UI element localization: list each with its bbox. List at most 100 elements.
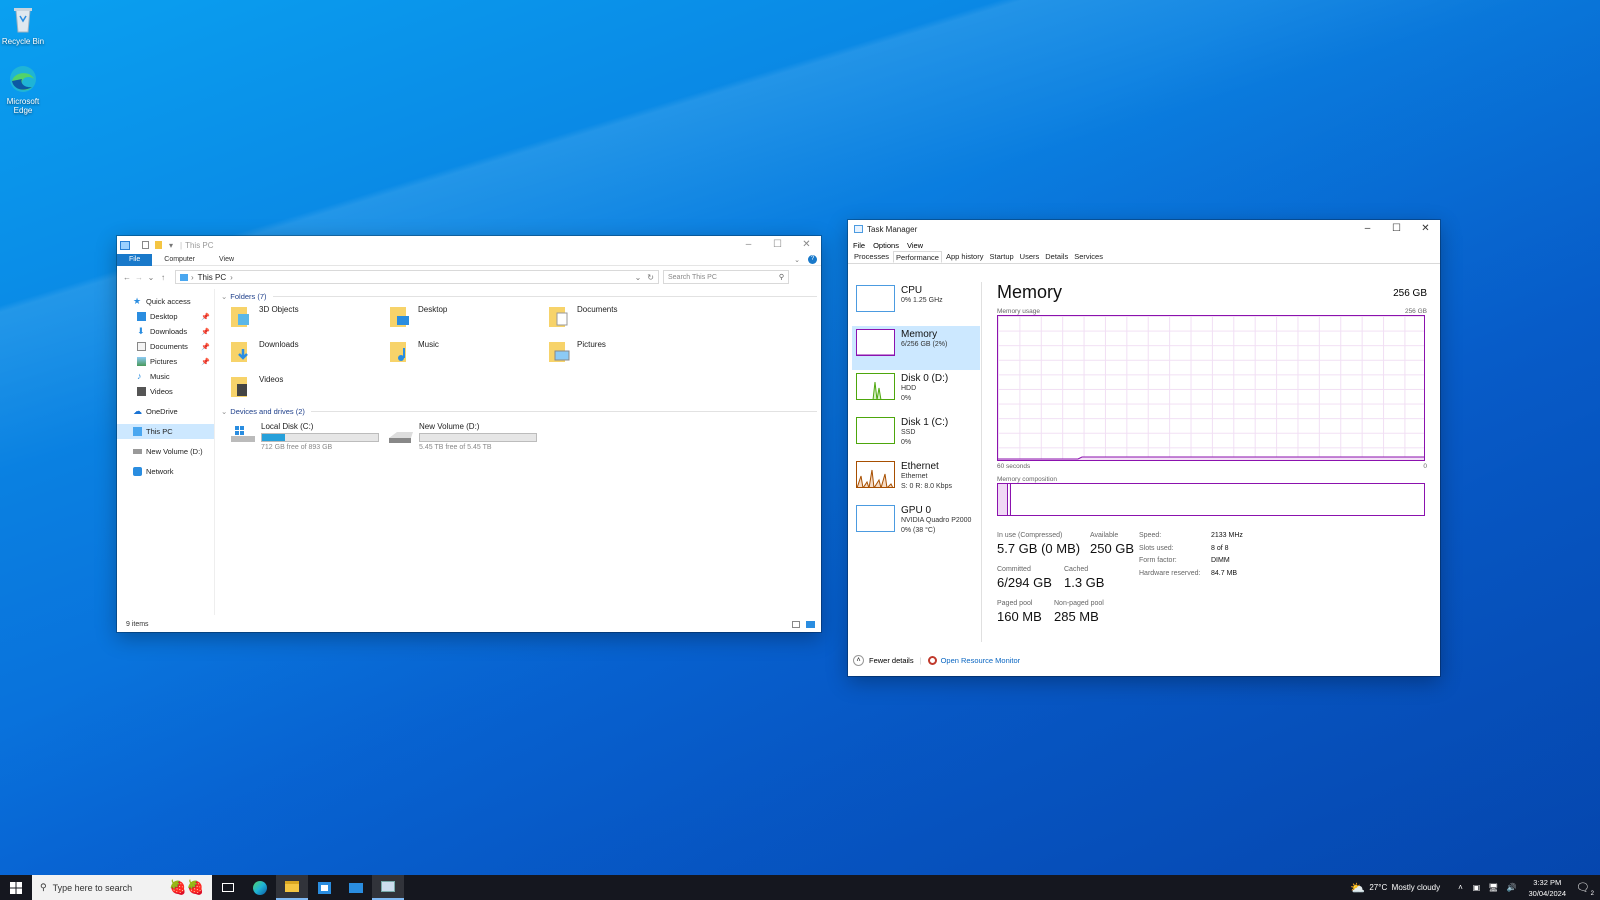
weather-widget[interactable]: 27°C Mostly cloudy — [1369, 883, 1440, 892]
nav-desktop[interactable]: Desktop 📌 — [117, 309, 214, 324]
address-dropdown-icon[interactable]: ⌄ — [635, 273, 642, 282]
folder-videos[interactable]: Videos — [229, 375, 388, 402]
pin-icon: 📌 — [201, 358, 210, 366]
folder-pictures[interactable]: Pictures — [547, 340, 706, 367]
qat-dropdown-icon[interactable]: ▾ — [169, 241, 173, 250]
file-explorer-icon — [285, 881, 299, 892]
folder-downloads[interactable]: Downloads — [229, 340, 388, 367]
nav-music[interactable]: ♪ Music — [117, 369, 214, 384]
tab-startup[interactable]: Startup — [987, 251, 1015, 263]
resource-disk-0[interactable]: Disk 0 (D:) HDD 0% — [852, 370, 980, 414]
resource-cpu[interactable]: CPU 0% 1.25 GHz — [852, 282, 980, 326]
nav-downloads[interactable]: ⬇ Downloads 📌 — [117, 324, 214, 339]
taskbar-search-placeholder: Type here to search — [52, 882, 133, 893]
tab-app-history[interactable]: App history — [944, 251, 986, 263]
taskmgr-titlebar[interactable]: Task Manager – ☐ ✕ — [848, 220, 1440, 238]
address-bar[interactable]: › This PC › ⌄ ↻ — [175, 270, 659, 284]
resource-memory[interactable]: Memory 6/256 GB (2%) — [852, 326, 980, 370]
tab-services[interactable]: Services — [1072, 251, 1105, 263]
menu-options[interactable]: Options — [873, 241, 899, 250]
folder-desktop[interactable]: Desktop — [388, 305, 547, 332]
nav-quick-access[interactable]: ★ Quick access — [117, 294, 214, 309]
device-icon[interactable]: ▣ — [1473, 883, 1481, 892]
large-icons-view-icon[interactable] — [806, 620, 815, 628]
folder-music[interactable]: Music — [388, 340, 547, 367]
recent-locations-icon[interactable]: ⌄ — [145, 273, 157, 282]
store-taskbar-button[interactable] — [308, 875, 340, 900]
folder-3d-objects[interactable]: 3D Objects — [229, 305, 388, 332]
menu-view[interactable]: View — [907, 241, 923, 250]
desktop-folder-icon — [137, 312, 146, 321]
chevron-up-icon[interactable]: ˄ — [853, 655, 864, 666]
volume-icon[interactable]: 🔊 — [1507, 883, 1517, 892]
close-icon[interactable]: ✕ — [1411, 220, 1440, 238]
nav-new-volume[interactable]: New Volume (D:) — [117, 444, 214, 459]
taskbar-search-input[interactable]: ⚲ Type here to search 🍓🍓 — [32, 875, 212, 900]
task-manager-window: Task Manager – ☐ ✕ File Options View Pro… — [848, 220, 1440, 676]
ribbon-tab-view[interactable]: View — [207, 254, 246, 266]
menu-file[interactable]: File — [853, 241, 865, 250]
resource-ethernet[interactable]: Ethernet Ethernet S: 0 R: 8.0 Kbps — [852, 458, 980, 502]
form-factor-value: DIMM — [1211, 557, 1230, 564]
store-icon — [317, 881, 331, 894]
tab-details[interactable]: Details — [1043, 251, 1070, 263]
task-view-button[interactable] — [212, 875, 244, 900]
network-icon[interactable]: 🖥 — [1488, 883, 1498, 892]
desktop-folder-icon — [388, 305, 412, 329]
refresh-icon[interactable]: ↻ — [647, 273, 654, 282]
nav-this-pc[interactable]: This PC — [117, 424, 214, 439]
tab-performance[interactable]: Performance — [893, 251, 942, 263]
maximize-icon[interactable]: ☐ — [1382, 220, 1411, 238]
tab-processes[interactable]: Processes — [852, 251, 891, 263]
drives-group-header[interactable]: ⌄ Devices and drives (2) — [221, 404, 817, 418]
details-view-icon[interactable] — [792, 620, 800, 628]
search-icon: ⚲ — [778, 274, 784, 281]
drive-c[interactable]: Local Disk (C:) 712 GB free of 893 GB — [229, 422, 387, 451]
nav-pictures[interactable]: Pictures 📌 — [117, 354, 214, 369]
close-icon[interactable]: ✕ — [792, 236, 821, 254]
pictures-folder-icon — [547, 340, 571, 364]
show-hidden-icons-chevron-icon[interactable]: ˄ — [1458, 883, 1463, 892]
ribbon-expand-icon[interactable]: ⌄ — [794, 256, 800, 264]
time-end-label: 0 — [1423, 463, 1427, 470]
ribbon-tab-computer[interactable]: Computer — [152, 254, 207, 266]
task-manager-taskbar-button[interactable] — [372, 875, 404, 900]
nav-network[interactable]: Network — [117, 464, 214, 479]
forward-arrow-icon[interactable]: → — [133, 273, 145, 282]
pane-divider[interactable] — [981, 282, 982, 642]
start-button[interactable] — [0, 875, 32, 900]
folder-documents[interactable]: Documents — [547, 305, 706, 332]
help-icon[interactable]: ? — [808, 255, 817, 264]
notification-center-icon[interactable]: 🗨 2 — [1576, 881, 1594, 897]
file-explorer-taskbar-button[interactable] — [276, 875, 308, 900]
recycle-bin-shortcut[interactable]: Recycle Bin — [0, 4, 46, 46]
search-input[interactable]: Search This PC ⚲ — [663, 270, 789, 284]
edge-shortcut[interactable]: Microsoft Edge — [0, 64, 46, 115]
ribbon-tab-file[interactable]: File — [117, 253, 153, 266]
memory-composition-bar — [997, 483, 1425, 516]
ethernet-mini-graph — [856, 461, 895, 488]
resource-disk-1[interactable]: Disk 1 (C:) SSD 0% — [852, 414, 980, 458]
drive-d[interactable]: New Volume (D:) 5.45 TB free of 5.45 TB — [387, 422, 545, 451]
mail-taskbar-button[interactable] — [340, 875, 372, 900]
minimize-icon[interactable]: – — [1353, 220, 1382, 238]
minimize-icon[interactable]: – — [734, 236, 763, 254]
time-span-label: 60 seconds — [997, 463, 1031, 470]
edge-taskbar-button[interactable] — [244, 875, 276, 900]
clock[interactable]: 3:32 PM 30/04/2024 — [1528, 877, 1566, 899]
folders-group-header[interactable]: ⌄ Folders (7) — [221, 289, 817, 303]
tab-users[interactable]: Users — [1018, 251, 1042, 263]
up-arrow-icon[interactable]: ↑ — [157, 273, 169, 282]
fewer-details-button[interactable]: Fewer details — [869, 656, 914, 665]
nav-onedrive[interactable]: ☁ OneDrive — [117, 404, 214, 419]
properties-icon[interactable] — [142, 241, 149, 249]
explorer-titlebar[interactable]: ▾ | This PC – ☐ ✕ — [117, 236, 821, 254]
nav-videos[interactable]: Videos — [117, 384, 214, 399]
item-count: 9 items — [126, 620, 149, 628]
nav-documents[interactable]: Documents 📌 — [117, 339, 214, 354]
resource-gpu[interactable]: GPU 0 NVIDIA Quadro P2000 0% (38 °C) — [852, 502, 980, 546]
open-resource-monitor-link[interactable]: Open Resource Monitor — [941, 656, 1021, 665]
back-arrow-icon[interactable]: ← — [121, 273, 133, 282]
maximize-icon[interactable]: ☐ — [763, 236, 792, 254]
new-folder-icon[interactable] — [155, 241, 162, 249]
